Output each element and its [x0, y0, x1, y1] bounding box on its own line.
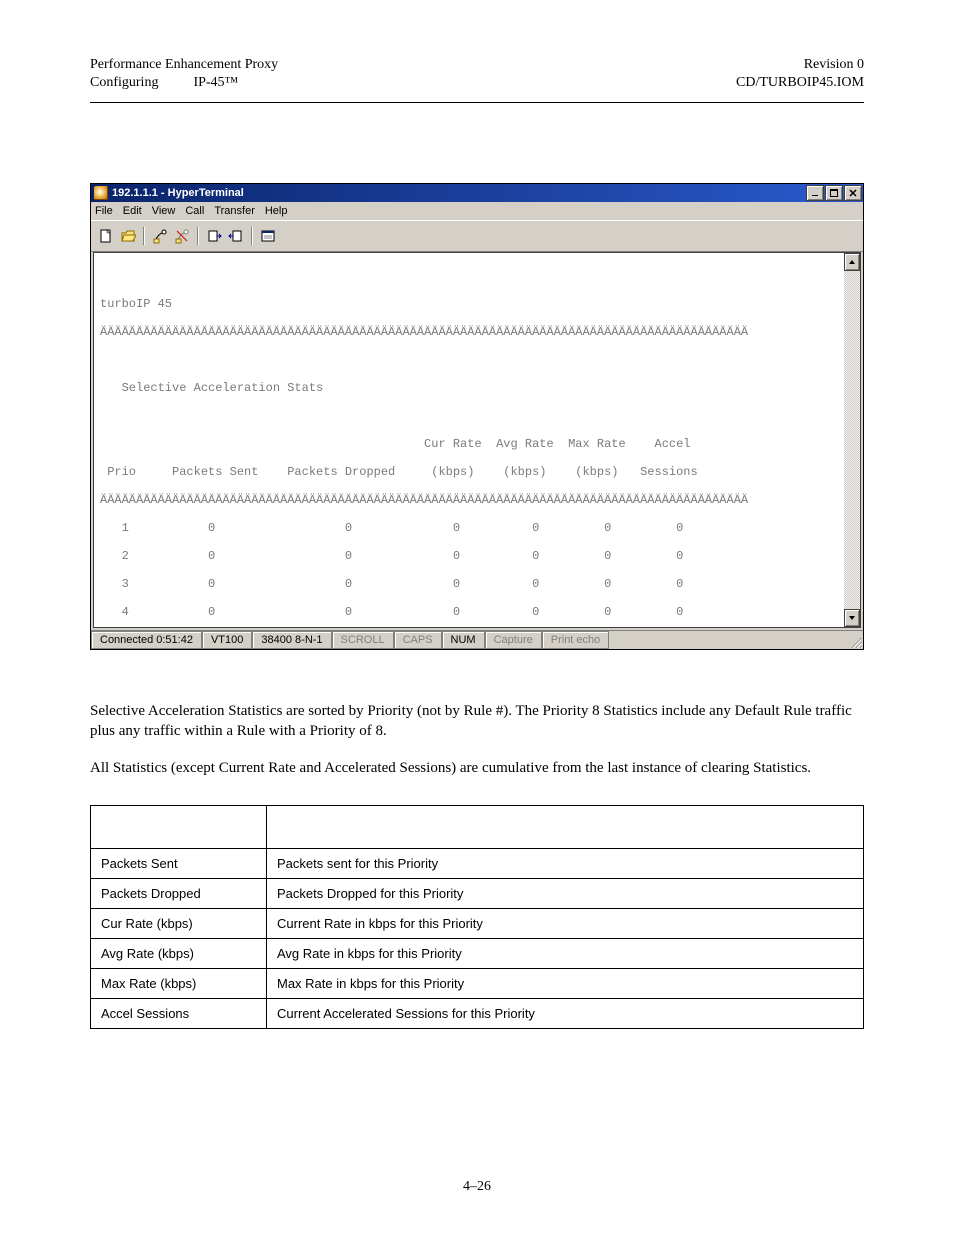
- window-titlebar[interactable]: 192.1.1.1 - HyperTerminal: [91, 184, 863, 202]
- status-capture: Capture: [485, 631, 542, 649]
- connect-icon[interactable]: [149, 225, 171, 247]
- terminal-divider-1: ÄÄÄÄÄÄÄÄÄÄÄÄÄÄÄÄÄÄÄÄÄÄÄÄÄÄÄÄÄÄÄÄÄÄÄÄÄÄÄÄ…: [100, 325, 838, 339]
- toolbar-separator-1: [141, 225, 147, 247]
- header-left-1: Performance Enhancement Proxy: [90, 56, 278, 74]
- terminal-frame: turboIP 45 ÄÄÄÄÄÄÄÄÄÄÄÄÄÄÄÄÄÄÄÄÄÄÄÄÄÄÄÄÄ…: [91, 252, 863, 630]
- definitions-table: Packets Sent Packets sent for this Prior…: [90, 805, 864, 1029]
- receive-icon[interactable]: [225, 225, 247, 247]
- menu-transfer[interactable]: Transfer: [214, 205, 255, 217]
- term-cell: Accel Sessions: [91, 998, 267, 1028]
- table-header-desc: [267, 805, 864, 848]
- table-row: Packets Dropped Packets Dropped for this…: [91, 878, 864, 908]
- table-header-row: [91, 805, 864, 848]
- toolbar: [91, 220, 863, 252]
- term-cell: Cur Rate (kbps): [91, 908, 267, 938]
- term-cell: Packets Dropped: [91, 878, 267, 908]
- status-num: NUM: [442, 631, 485, 649]
- page-header: Performance Enhancement Proxy Revision 0…: [90, 56, 864, 103]
- desc-cell: Max Rate in kbps for this Priority: [267, 968, 864, 998]
- minimize-button[interactable]: [806, 185, 824, 201]
- open-icon[interactable]: [117, 225, 139, 247]
- term-cell: Max Rate (kbps): [91, 968, 267, 998]
- window-title: 192.1.1.1 - HyperTerminal: [112, 187, 244, 199]
- menu-file[interactable]: File: [95, 205, 113, 217]
- scroll-up-icon[interactable]: [844, 253, 860, 271]
- scroll-down-icon[interactable]: [844, 609, 860, 627]
- toolbar-separator-3: [249, 225, 255, 247]
- statusbar: Connected 0:51:42 VT100 38400 8-N-1 SCRO…: [91, 630, 863, 649]
- properties-icon[interactable]: [257, 225, 279, 247]
- stats-row: 4 0 0 0 0 0 0: [100, 605, 838, 619]
- stats-row: 1 0 0 0 0 0 0: [100, 521, 838, 535]
- page-number: 4–26: [90, 1179, 864, 1195]
- table-header-term: [91, 805, 267, 848]
- desc-cell: Packets sent for this Priority: [267, 848, 864, 878]
- status-connected: Connected 0:51:42: [91, 631, 202, 649]
- menubar: File Edit View Call Transfer Help: [91, 202, 863, 220]
- stats-row: 3 0 0 0 0 0 0: [100, 577, 838, 591]
- status-caps: CAPS: [394, 631, 442, 649]
- terminal-header-2: Prio Packets Sent Packets Dropped (kbps)…: [100, 465, 838, 479]
- terminal-divider-2: ÄÄÄÄÄÄÄÄÄÄÄÄÄÄÄÄÄÄÄÄÄÄÄÄÄÄÄÄÄÄÄÄÄÄÄÄÄÄÄÄ…: [100, 493, 838, 507]
- table-row: Max Rate (kbps) Max Rate in kbps for thi…: [91, 968, 864, 998]
- terminal-header-1: Cur Rate Avg Rate Max Rate Accel: [100, 437, 838, 451]
- desc-cell: Current Accelerated Sessions for this Pr…: [267, 998, 864, 1028]
- header-left-2: Configuring IP-45™: [90, 74, 238, 92]
- disconnect-icon[interactable]: [171, 225, 193, 247]
- table-row: Avg Rate (kbps) Avg Rate in kbps for thi…: [91, 938, 864, 968]
- body-text: Selective Acceleration Statistics are so…: [90, 702, 864, 779]
- desc-cell: Packets Dropped for this Priority: [267, 878, 864, 908]
- desc-cell: Current Rate in kbps for this Priority: [267, 908, 864, 938]
- toolbar-separator-2: [195, 225, 201, 247]
- header-right-1: Revision 0: [804, 56, 864, 74]
- terminal-product: turboIP 45: [100, 297, 838, 311]
- menu-help[interactable]: Help: [265, 205, 288, 217]
- term-cell: Packets Sent: [91, 848, 267, 878]
- hyperterminal-window: 192.1.1.1 - HyperTerminal File Edit View…: [90, 183, 864, 650]
- scroll-track[interactable]: [844, 271, 860, 609]
- send-icon[interactable]: [203, 225, 225, 247]
- menu-view[interactable]: View: [152, 205, 176, 217]
- maximize-button[interactable]: [825, 185, 843, 201]
- status-scroll: SCROLL: [332, 631, 394, 649]
- app-icon: [94, 186, 108, 200]
- header-right-2: CD/TURBOIP45.IOM: [736, 74, 864, 92]
- table-row: Packets Sent Packets sent for this Prior…: [91, 848, 864, 878]
- menu-call[interactable]: Call: [185, 205, 204, 217]
- new-icon[interactable]: [95, 225, 117, 247]
- desc-cell: Avg Rate in kbps for this Priority: [267, 938, 864, 968]
- vertical-scrollbar[interactable]: [844, 253, 860, 627]
- menu-edit[interactable]: Edit: [123, 205, 142, 217]
- terminal-output: turboIP 45 ÄÄÄÄÄÄÄÄÄÄÄÄÄÄÄÄÄÄÄÄÄÄÄÄÄÄÄÄÄ…: [94, 253, 844, 627]
- resize-grip-icon[interactable]: [845, 631, 863, 649]
- table-row: Cur Rate (kbps) Current Rate in kbps for…: [91, 908, 864, 938]
- terminal-section-title: Selective Acceleration Stats: [100, 381, 838, 395]
- paragraph-2: All Statistics (except Current Rate and …: [90, 759, 864, 779]
- close-button[interactable]: [844, 185, 862, 201]
- table-row: Accel Sessions Current Accelerated Sessi…: [91, 998, 864, 1028]
- term-cell: Avg Rate (kbps): [91, 938, 267, 968]
- status-emulation: VT100: [202, 631, 252, 649]
- status-settings: 38400 8-N-1: [252, 631, 331, 649]
- header-rule: [90, 102, 864, 103]
- status-printecho: Print echo: [542, 631, 610, 649]
- stats-row: 2 0 0 0 0 0 0: [100, 549, 838, 563]
- paragraph-1: Selective Acceleration Statistics are so…: [90, 702, 864, 741]
